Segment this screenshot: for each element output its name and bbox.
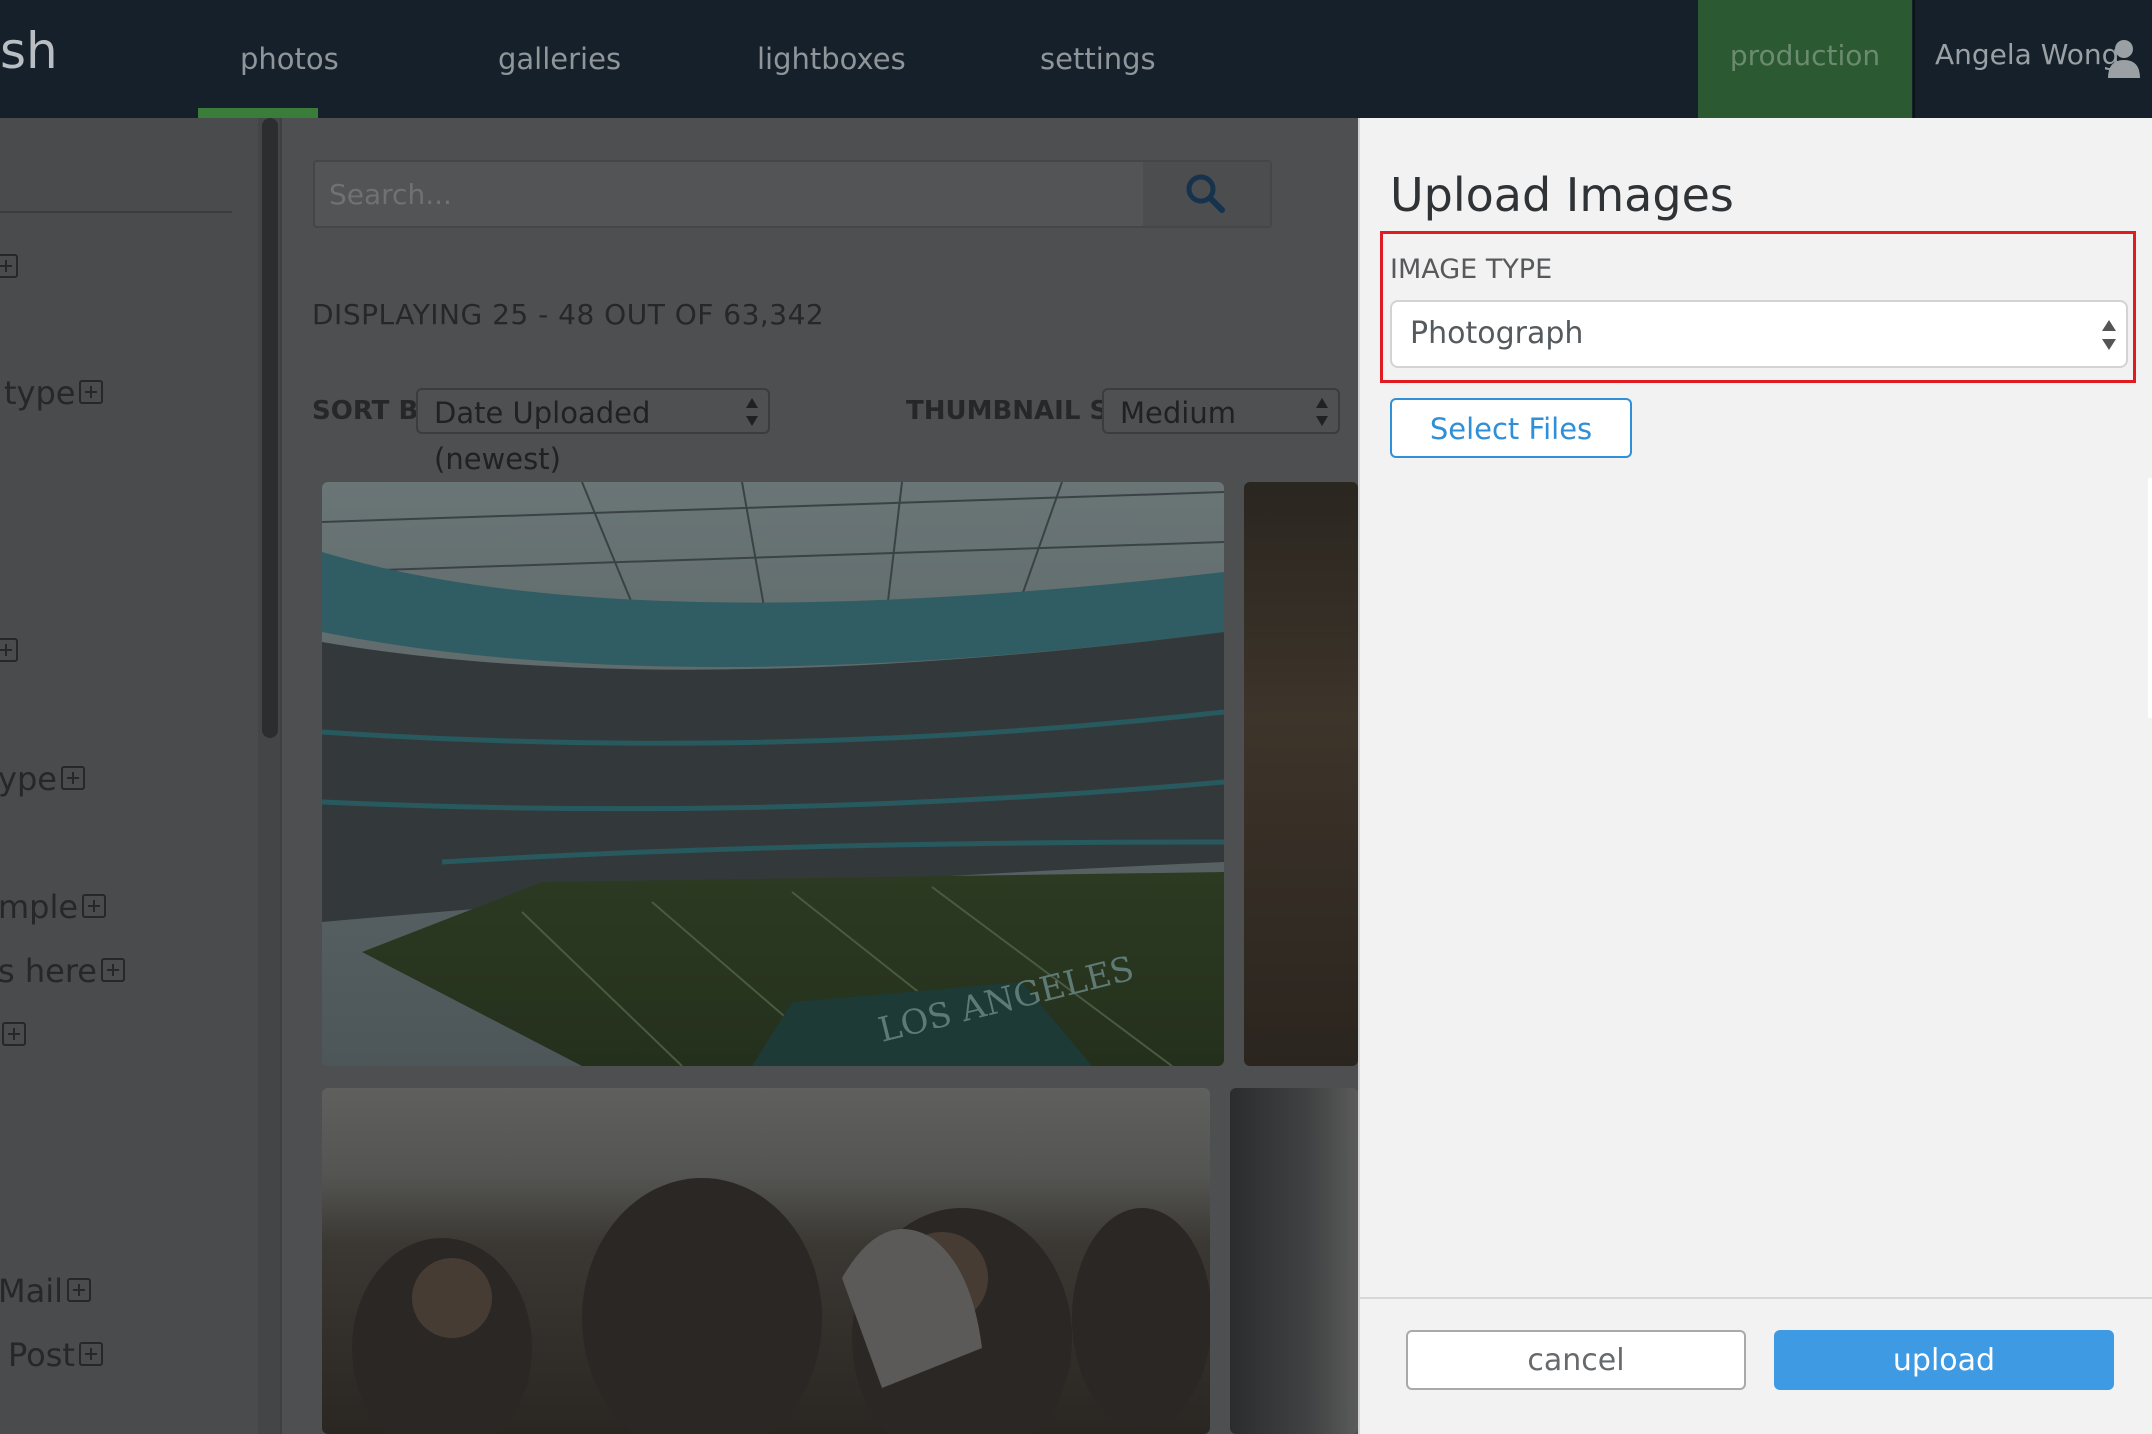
search-input[interactable] xyxy=(329,162,1129,226)
select-arrows-icon xyxy=(2102,320,2116,350)
sidebar-item-filter-9[interactable]: Post xyxy=(8,1336,103,1374)
crowd-photo-image xyxy=(352,1178,1210,1434)
user-icon[interactable] xyxy=(2106,38,2142,78)
sidebar-scrollbar-thumb[interactable] xyxy=(262,118,278,738)
image-type-label: IMAGE TYPE xyxy=(1390,254,1553,285)
modal-footer-divider xyxy=(1360,1297,2152,1299)
expand-plus-icon[interactable] xyxy=(0,638,18,662)
search-bar xyxy=(313,160,1272,228)
expand-plus-icon[interactable] xyxy=(67,1278,91,1302)
photo-thumbnail-crowd[interactable] xyxy=(322,1088,1210,1434)
stadium-photo-image: LOS ANGELES xyxy=(322,482,1224,1066)
image-type-value: Photograph xyxy=(1410,316,1584,351)
sidebar-item-label: ype xyxy=(0,760,57,798)
nav-photos[interactable]: photos xyxy=(240,42,339,76)
photo-thumbnail-stadium[interactable]: LOS ANGELES xyxy=(322,482,1224,1066)
expand-plus-icon[interactable] xyxy=(79,380,104,404)
environment-badge[interactable]: production xyxy=(1698,0,1912,118)
nav-settings[interactable]: settings xyxy=(1040,42,1156,76)
select-files-button[interactable]: Select Files xyxy=(1390,398,1632,458)
expand-plus-icon[interactable] xyxy=(0,254,18,278)
thumbnail-size-select[interactable]: Medium xyxy=(1102,388,1340,434)
upload-button[interactable]: upload xyxy=(1774,1330,2114,1390)
photo-thumbnail-2[interactable] xyxy=(1244,482,1358,1066)
sidebar-item-filter-4[interactable]: ype xyxy=(0,760,85,798)
photo-thumbnail-4[interactable] xyxy=(1230,1088,1358,1434)
expand-plus-icon[interactable] xyxy=(100,958,125,982)
sidebar-item-filter-3[interactable] xyxy=(0,632,18,670)
sidebar-item-filter-1[interactable] xyxy=(0,248,18,286)
sidebar-item-label: Mail xyxy=(0,1272,63,1310)
cancel-button[interactable]: cancel xyxy=(1406,1330,1746,1390)
sidebar-item-filter-8[interactable]: Mail xyxy=(0,1272,91,1310)
sidebar-item-label: Post xyxy=(8,1336,75,1374)
sidebar-item-filter-5[interactable]: mple xyxy=(0,888,107,926)
user-name[interactable]: Angela Wong xyxy=(1935,38,2119,71)
sidebar-item-label: type xyxy=(4,374,76,412)
sidebar-divider xyxy=(0,211,232,213)
sidebar-item-filter-6[interactable]: s here xyxy=(0,952,125,990)
sidebar-item-filter-7[interactable] xyxy=(0,1016,26,1054)
nav-divider xyxy=(1913,0,1915,118)
brand-logo[interactable]: sh xyxy=(0,22,58,80)
nav-active-indicator xyxy=(198,108,318,118)
expand-plus-icon[interactable] xyxy=(60,766,85,790)
sidebar-item-filter-2[interactable]: type xyxy=(4,374,104,412)
search-icon[interactable] xyxy=(1184,172,1226,214)
expand-plus-icon[interactable] xyxy=(82,894,107,918)
select-arrows-icon xyxy=(746,398,758,426)
results-count: DISPLAYING 25 - 48 OUT OF 63,342 xyxy=(312,298,825,331)
image-type-select[interactable]: Photograph xyxy=(1390,300,2128,368)
sort-select[interactable]: Date Uploaded (newest) xyxy=(416,388,770,476)
thumbnail-size-value: Medium xyxy=(1120,396,1236,430)
modal-title: Upload Images xyxy=(1390,168,1734,222)
nav-galleries[interactable]: galleries xyxy=(498,42,621,76)
sidebar-item-label: mple xyxy=(0,888,79,926)
select-arrows-icon xyxy=(1316,398,1328,426)
modal-scroll-edge xyxy=(2148,478,2152,718)
sidebar-item-label: s here xyxy=(0,952,97,990)
expand-plus-icon[interactable] xyxy=(78,1342,103,1366)
expand-plus-icon[interactable] xyxy=(2,1022,26,1046)
top-nav: sh photos galleries lightboxes settings … xyxy=(0,0,2152,118)
nav-lightboxes[interactable]: lightboxes xyxy=(757,42,906,76)
